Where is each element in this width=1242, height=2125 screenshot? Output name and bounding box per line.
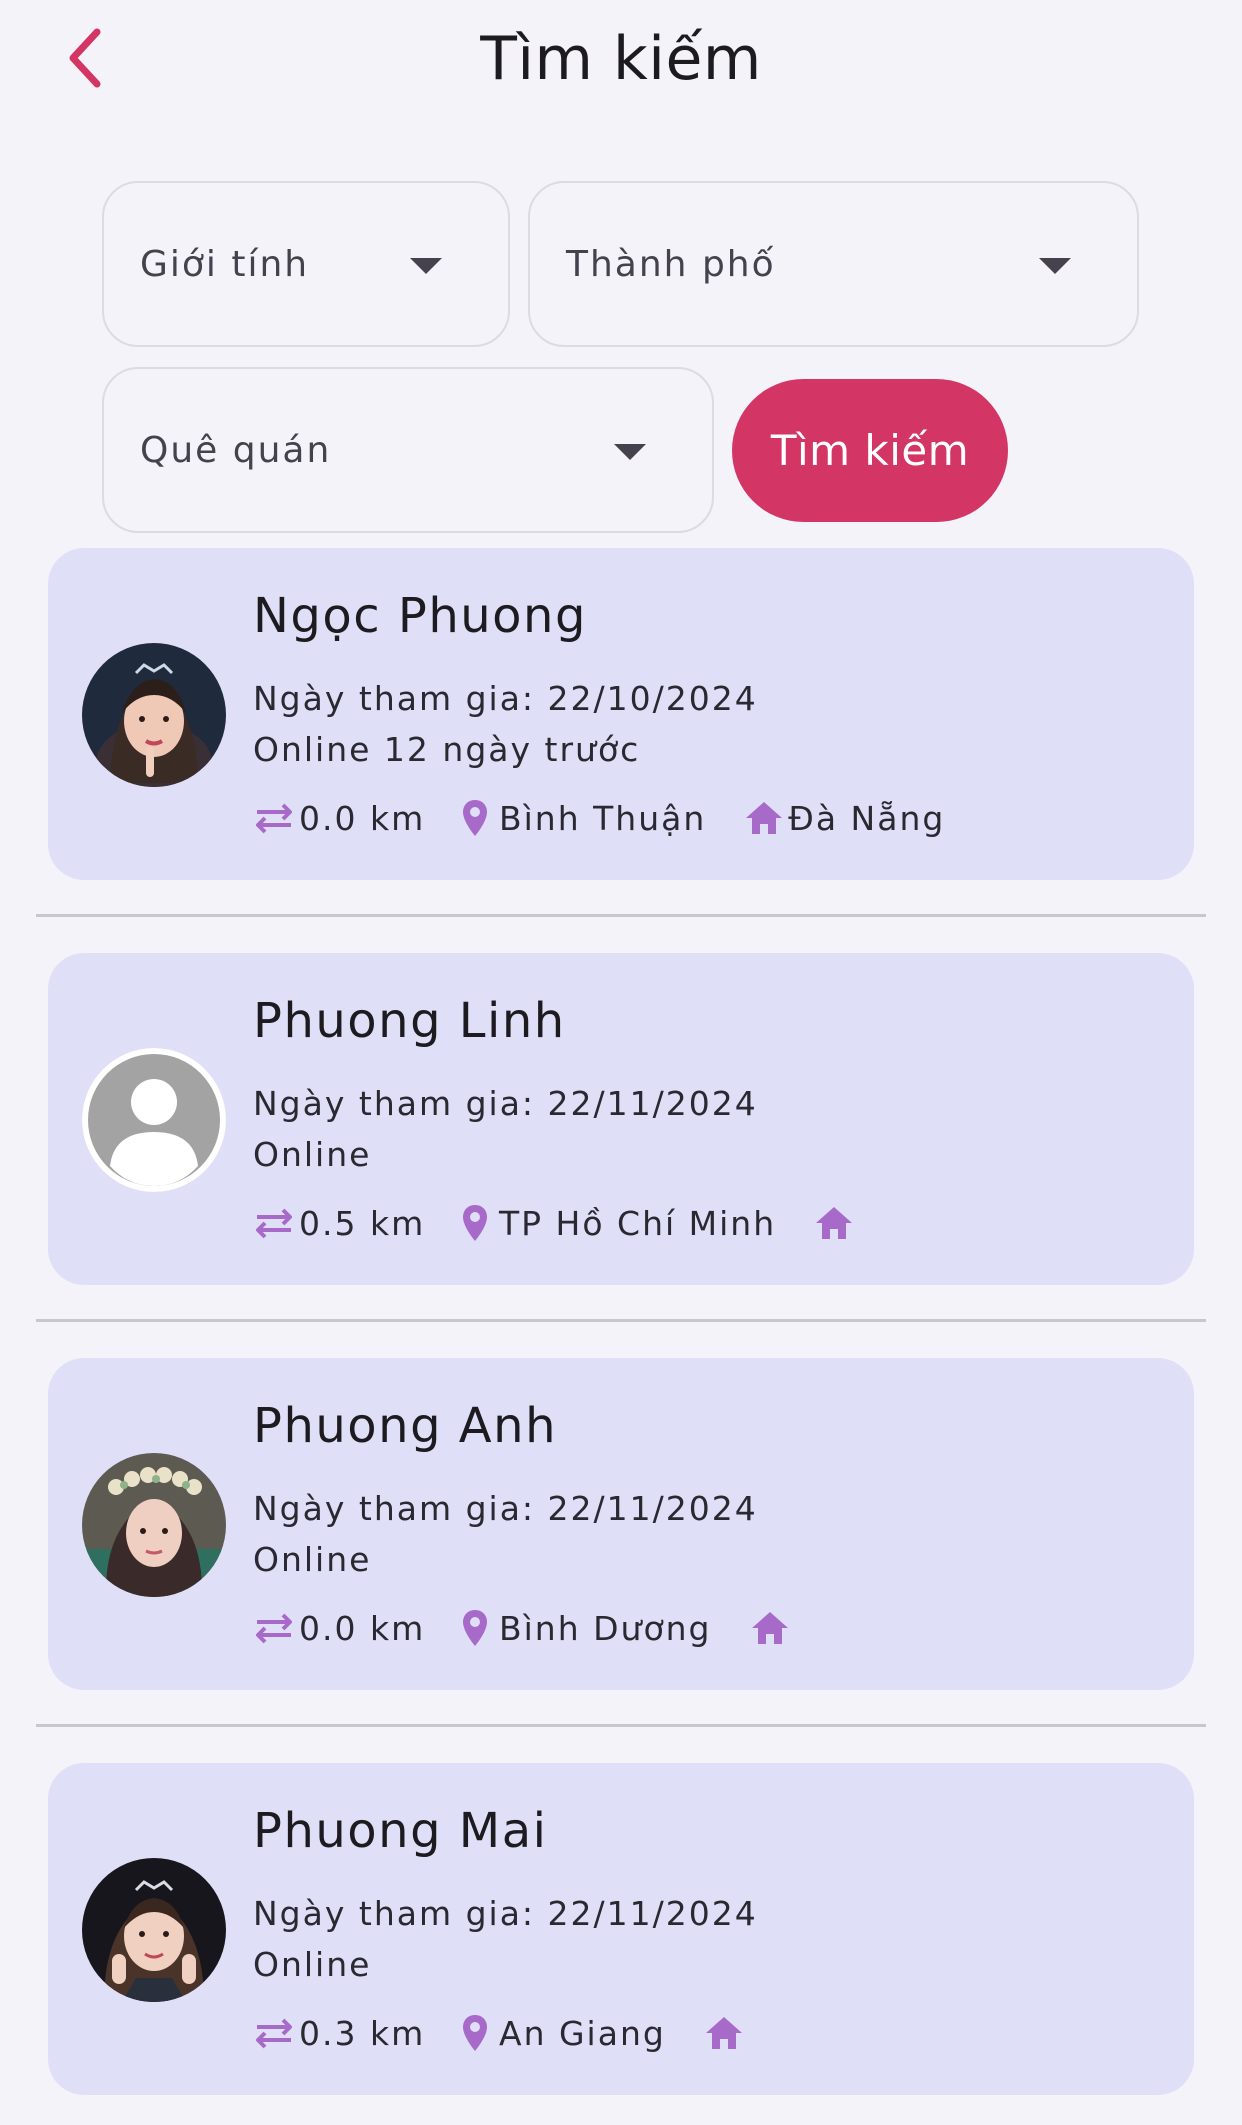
divider xyxy=(36,914,1206,917)
join-date: Ngày tham gia: 22/11/2024 xyxy=(253,1489,758,1528)
home-icon xyxy=(814,1205,854,1241)
chevron-left-icon xyxy=(63,26,107,94)
avatar xyxy=(82,1453,226,1597)
city-value: Bình Dương xyxy=(499,1608,712,1648)
caret-down-icon xyxy=(410,258,442,274)
distance-value: 0.5 km xyxy=(299,1203,426,1243)
avatar xyxy=(82,1858,226,2002)
avatar xyxy=(82,643,226,787)
home-icon xyxy=(744,800,784,836)
distance-value: 0.3 km xyxy=(299,2013,426,2053)
default-person-icon xyxy=(82,1048,226,1192)
search-button[interactable]: Tìm kiếm xyxy=(732,379,1008,522)
city-value: An Giang xyxy=(499,2013,666,2053)
location-pin-icon xyxy=(461,1203,489,1243)
gender-dropdown[interactable]: Giới tính xyxy=(102,181,510,347)
gender-dropdown-label: Giới tính xyxy=(140,243,310,285)
location-pin-icon xyxy=(461,1608,489,1648)
location-pin-icon xyxy=(461,798,489,838)
join-date: Ngày tham gia: 22/11/2024 xyxy=(253,1084,758,1123)
online-status: Online xyxy=(253,1945,372,1984)
join-date: Ngày tham gia: 22/11/2024 xyxy=(253,1894,758,1933)
hometown-dropdown-label: Quê quán xyxy=(140,429,332,471)
city-value: Bình Thuận xyxy=(499,798,707,838)
user-meta: 0.0 km Bình Dương xyxy=(253,1603,794,1653)
hometown-dropdown[interactable]: Quê quán xyxy=(102,367,714,533)
city-dropdown[interactable]: Thành phố xyxy=(528,181,1139,347)
user-card[interactable]: Phuong Mai Ngày tham gia: 22/11/2024 Onl… xyxy=(48,1763,1194,2095)
online-status: Online xyxy=(253,1540,372,1579)
city-value: TP Hồ Chí Minh xyxy=(499,1203,777,1243)
distance-value: 0.0 km xyxy=(299,798,426,838)
user-card[interactable]: Phuong Anh Ngày tham gia: 22/11/2024 Onl… xyxy=(48,1358,1194,1690)
home-icon xyxy=(704,2015,744,2051)
join-date: Ngày tham gia: 22/10/2024 xyxy=(253,679,758,718)
distance-value: 0.0 km xyxy=(299,1608,426,1648)
divider xyxy=(36,1724,1206,1727)
page-title: Tìm kiếm xyxy=(480,24,762,94)
online-status: Online xyxy=(253,1135,372,1174)
user-name: Phuong Mai xyxy=(253,1803,548,1859)
swap-arrows-icon xyxy=(253,801,295,835)
user-meta: 0.5 km TP Hồ Chí Minh xyxy=(253,1198,858,1248)
user-name: Phuong Linh xyxy=(253,993,566,1049)
swap-arrows-icon xyxy=(253,2016,295,2050)
caret-down-icon xyxy=(1039,258,1071,274)
location-pin-icon xyxy=(461,2013,489,2053)
swap-arrows-icon xyxy=(253,1611,295,1645)
user-name: Phuong Anh xyxy=(253,1398,557,1454)
search-button-label: Tìm kiếm xyxy=(770,426,970,475)
user-meta: 0.3 km An Giang xyxy=(253,2008,748,2058)
swap-arrows-icon xyxy=(253,1206,295,1240)
user-meta: 0.0 km Bình Thuận Đà Nẵng xyxy=(253,793,945,843)
home-icon xyxy=(750,1610,790,1646)
hometown-value: Đà Nẵng xyxy=(788,798,946,838)
user-name: Ngọc Phuong xyxy=(253,588,587,644)
search-screen: Tìm kiếm Giới tính Thành phố Quê quán Tì… xyxy=(0,0,1242,2125)
user-card[interactable]: Phuong Linh Ngày tham gia: 22/11/2024 On… xyxy=(48,953,1194,1285)
back-button[interactable] xyxy=(50,25,120,95)
user-card[interactable]: Ngọc Phuong Ngày tham gia: 22/10/2024 On… xyxy=(48,548,1194,880)
divider xyxy=(36,1319,1206,1322)
city-dropdown-label: Thành phố xyxy=(566,243,776,285)
caret-down-icon xyxy=(614,444,646,460)
online-status: Online 12 ngày trước xyxy=(253,730,641,769)
